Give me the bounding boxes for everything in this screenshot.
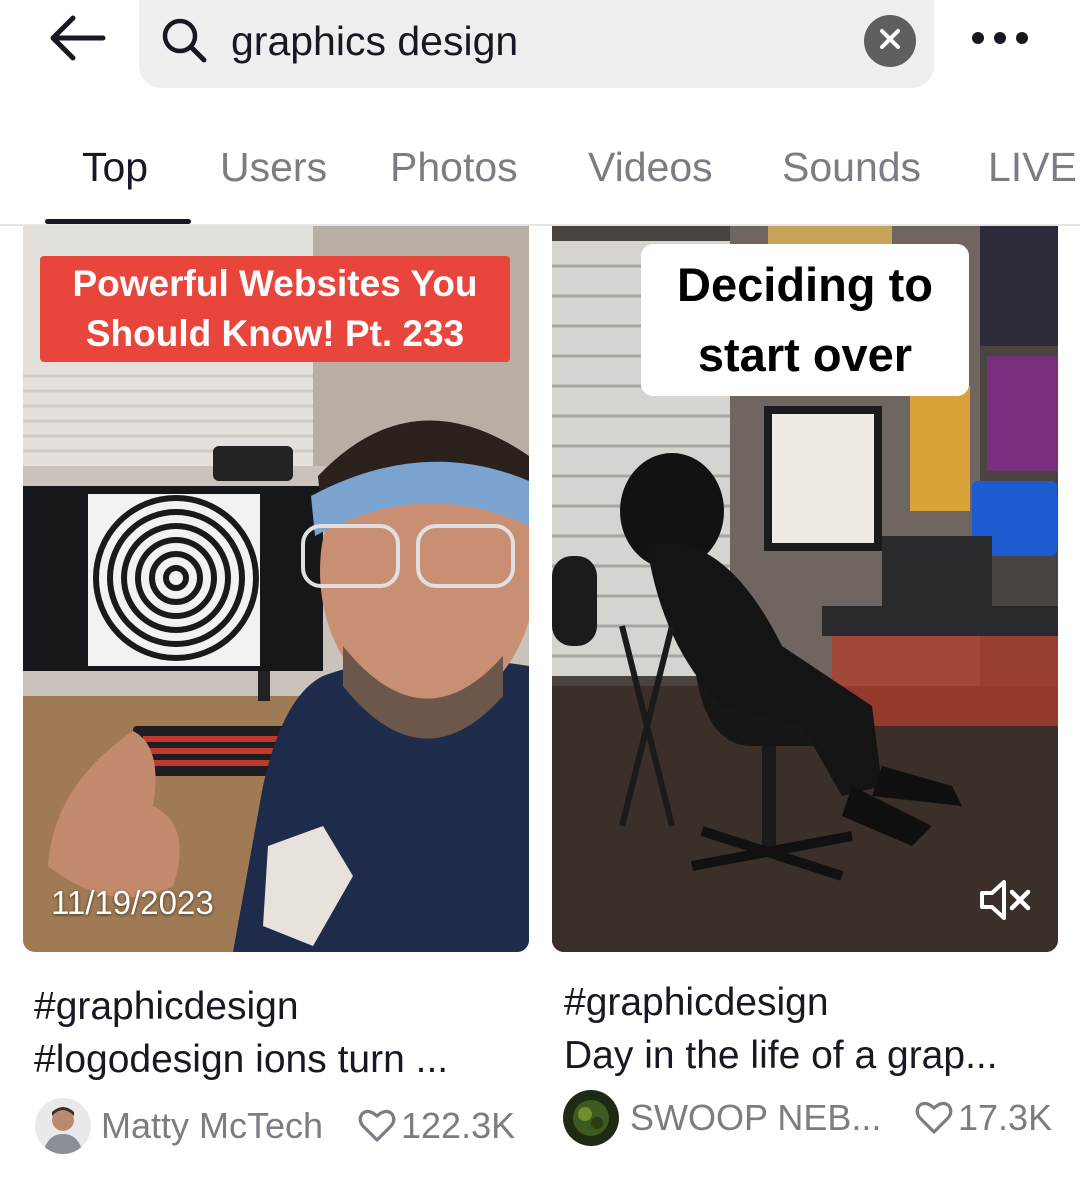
search-tabs: Top Users Photos Videos Sounds LIVE: [0, 118, 1080, 226]
author-name[interactable]: SWOOP NEB...: [630, 1097, 881, 1139]
caption-line-1: #graphicdesign: [34, 985, 299, 1028]
video-thumbnail[interactable]: Powerful Websites You Should Know! Pt. 2…: [23, 226, 529, 952]
heart-icon: [914, 1098, 954, 1138]
more-horizontal-icon: [970, 30, 1030, 51]
more-options-button[interactable]: [960, 12, 1040, 68]
video-meta: SWOOP NEB... 17.3K: [552, 1090, 1058, 1158]
active-tab-indicator: [45, 219, 191, 224]
author-name[interactable]: Matty McTech: [101, 1105, 323, 1147]
overlay-line-2: start over: [697, 328, 913, 381]
result-card[interactable]: Deciding to start over #graphicdesign Da…: [552, 226, 1058, 1158]
post-date: 11/19/2023: [51, 884, 214, 921]
tab-photos[interactable]: Photos: [390, 144, 518, 191]
magnifier-icon: [157, 16, 211, 66]
like-count-value: 17.3K: [958, 1097, 1053, 1138]
tab-live[interactable]: LIVE: [988, 144, 1077, 191]
video-title-overlay: Powerful Websites You Should Know! Pt. 2…: [40, 256, 510, 362]
avatar[interactable]: [563, 1090, 619, 1146]
video-title-overlay: Deciding to start over: [641, 244, 969, 396]
video-caption[interactable]: #graphicdesign Day in the life of a grap…: [552, 976, 1058, 1082]
video-meta: Matty McTech 122.3K: [23, 1098, 529, 1162]
result-card[interactable]: Powerful Websites You Should Know! Pt. 2…: [23, 226, 529, 1162]
overlay-line-2: Should Know! Pt. 233: [85, 313, 465, 354]
avatar[interactable]: [35, 1098, 91, 1154]
tab-sounds[interactable]: Sounds: [782, 144, 921, 191]
caption-line-2: Day in the life of a grap...: [564, 1034, 998, 1077]
video-thumbnail[interactable]: Deciding to start over: [552, 226, 1058, 952]
overlay-line-1: Powerful Websites You: [72, 263, 478, 304]
back-button[interactable]: [40, 10, 112, 70]
heart-icon: [357, 1106, 397, 1146]
tab-users[interactable]: Users: [220, 144, 327, 191]
search-input[interactable]: [231, 12, 871, 70]
tab-top[interactable]: Top: [82, 144, 148, 191]
tab-videos[interactable]: Videos: [588, 144, 713, 191]
overlay-line-1: Deciding to: [677, 258, 933, 311]
mute-toggle-button[interactable]: [978, 878, 1038, 928]
caption-line-1: #graphicdesign: [564, 981, 829, 1024]
close-icon: [878, 27, 902, 56]
caption-line-2: #logodesign ions turn ...: [34, 1038, 449, 1081]
like-count[interactable]: 122.3K: [357, 1105, 515, 1147]
like-count[interactable]: 17.3K: [914, 1097, 1052, 1139]
search-bar[interactable]: [139, 0, 934, 88]
video-caption[interactable]: #graphicdesign #logodesign ions turn ...: [23, 980, 529, 1086]
like-count-value: 122.3K: [401, 1105, 516, 1146]
clear-search-button[interactable]: [864, 15, 916, 67]
arrow-left-icon: [45, 13, 107, 68]
